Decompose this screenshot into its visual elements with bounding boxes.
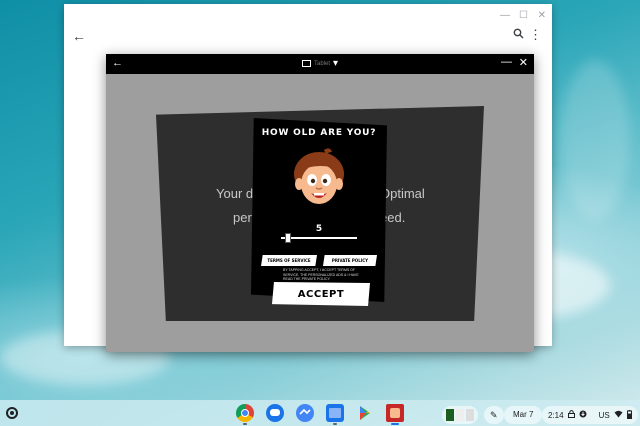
age-slider[interactable] <box>281 233 357 243</box>
wallpaper-foam <box>560 60 630 220</box>
background-text: Your d <box>216 186 254 201</box>
play-store-icon[interactable] <box>356 404 374 422</box>
game-app-icon[interactable] <box>386 404 404 422</box>
battery-icon <box>626 409 632 421</box>
resize-mode-dropdown[interactable]: Tablet ▾ <box>302 58 338 69</box>
consent-text: BY TAPPING ACCEPT, I ACCEPT TERMS OF SER… <box>283 268 359 281</box>
back-arrow-icon[interactable]: ← <box>72 28 86 44</box>
age-slider-thumb[interactable] <box>284 233 291 243</box>
status-tray[interactable]: 2:14 US <box>542 400 638 426</box>
active-app-indicator <box>391 423 399 425</box>
terms-of-service-button[interactable]: TERMS OF SERVICE <box>261 255 317 266</box>
date-label: Mar 7 <box>504 406 543 424</box>
child-avatar-icon <box>294 148 344 204</box>
background-text: per <box>233 210 252 225</box>
minimize-button[interactable]: — <box>501 56 512 68</box>
privacy-policy-button[interactable]: PRIVATE POLICY <box>323 255 377 266</box>
tablet-icon <box>302 60 311 67</box>
pen-icon: ✎ <box>484 406 504 424</box>
game-thumbnail <box>466 409 474 421</box>
chevron-down-icon: ▾ <box>333 58 339 69</box>
background-text: Optimal <box>380 186 425 201</box>
age-value: 5 <box>315 224 323 234</box>
accept-button[interactable]: ACCEPT <box>272 282 370 306</box>
search-icon[interactable] <box>513 28 524 42</box>
resize-mode-label: Tablet <box>314 60 331 67</box>
age-gate-dialog: HOW OLD ARE YOU? 5 TERMS OF SERVICE PRIV… <box>251 118 387 302</box>
game-thumbnail <box>456 409 464 421</box>
close-button[interactable]: ✕ <box>519 56 528 69</box>
launcher-icon[interactable] <box>6 407 18 419</box>
app-window: ← Tablet ▾ — ✕ Your d Optimal per eed. H… <box>106 54 534 352</box>
chrome-icon[interactable] <box>236 404 254 422</box>
messages-icon[interactable] <box>266 404 284 422</box>
minimize-button[interactable]: — <box>500 10 510 21</box>
time-label: 2:14 <box>548 410 564 420</box>
app-icon[interactable] <box>296 404 314 422</box>
game-thumbnail <box>446 409 454 421</box>
files-icon[interactable] <box>326 404 344 422</box>
locale-label: US <box>598 410 610 420</box>
close-button[interactable]: ✕ <box>538 10 546 21</box>
stylus-tray[interactable]: ✎ <box>484 400 504 426</box>
app-titlebar: ← Tablet ▾ — ✕ <box>106 54 534 74</box>
maximize-button[interactable]: ☐ <box>519 10 528 21</box>
more-menu-icon[interactable]: ⋮ <box>529 27 542 43</box>
holding-space-tray[interactable] <box>442 400 478 426</box>
date-tray[interactable]: Mar 7 <box>504 400 543 426</box>
running-indicator <box>243 423 247 425</box>
lock-icon <box>567 410 575 420</box>
back-arrow-icon[interactable]: ← <box>112 57 123 69</box>
shelf: ✎ Mar 7 2:14 US <box>0 400 640 426</box>
dialog-title: HOW OLD ARE YOU? <box>261 128 377 138</box>
wifi-icon <box>614 410 623 420</box>
running-indicator <box>333 423 337 425</box>
download-icon <box>579 410 587 420</box>
